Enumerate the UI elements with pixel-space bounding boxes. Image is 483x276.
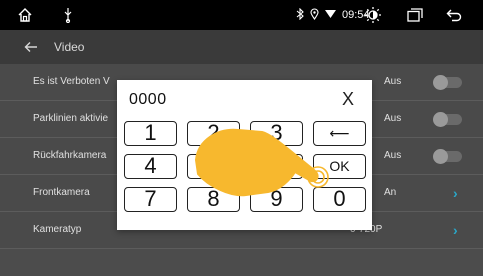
toggle-knob xyxy=(433,149,448,164)
key-3[interactable]: 3 xyxy=(250,121,303,146)
list-item-value: Aus xyxy=(384,113,402,124)
toggle-knob xyxy=(433,75,448,90)
screen: 09:54 Video Es ist Verboten V Aus Parkli… xyxy=(0,0,483,276)
ok-key[interactable]: OK xyxy=(313,154,366,179)
chevron-right-icon: › xyxy=(453,185,458,201)
list-item-label: Kameratyp xyxy=(33,224,82,235)
list-item-value: Aus xyxy=(384,76,402,87)
key-4[interactable]: 4 xyxy=(124,154,177,179)
status-cluster: 09:54 xyxy=(296,0,370,30)
brightness-icon[interactable] xyxy=(362,0,384,30)
list-item-value: An xyxy=(384,187,397,198)
toggle-switch[interactable] xyxy=(433,75,462,90)
toggle-switch[interactable] xyxy=(433,149,462,164)
title-bar: Video xyxy=(0,30,483,64)
arrow-left-icon[interactable] xyxy=(24,40,40,54)
status-bar: 09:54 xyxy=(0,0,483,30)
list-item-value: Aus xyxy=(384,150,402,161)
wifi-icon xyxy=(325,9,336,22)
back-icon[interactable] xyxy=(444,0,464,30)
home-icon[interactable] xyxy=(14,0,36,30)
recent-apps-icon[interactable] xyxy=(405,0,425,30)
pin-display: 0000 xyxy=(129,91,167,108)
toggle-knob xyxy=(433,112,448,127)
chevron-right-icon: › xyxy=(453,222,458,238)
key-7[interactable]: 7 xyxy=(124,187,177,212)
location-icon xyxy=(310,7,319,23)
key-8[interactable]: 8 xyxy=(187,187,240,212)
usb-icon xyxy=(58,0,78,30)
backspace-key[interactable]: ⟵ xyxy=(313,121,366,146)
bluetooth-icon xyxy=(296,7,304,23)
key-9[interactable]: 9 xyxy=(250,187,303,212)
key-0[interactable]: 0 xyxy=(313,187,366,212)
list-item-label: Es ist Verboten V xyxy=(33,76,110,87)
key-1[interactable]: 1 xyxy=(124,121,177,146)
list-item-label: Rückfahrkamera xyxy=(33,150,107,161)
list-item-label: Frontkamera xyxy=(33,187,90,198)
key-6[interactable]: 6 xyxy=(250,154,303,179)
toggle-switch[interactable] xyxy=(433,112,462,127)
close-button[interactable]: X xyxy=(339,89,357,109)
key-2[interactable]: 2 xyxy=(187,121,240,146)
pin-keypad-dialog: 0000 X 1 2 3 ⟵ 4 5 6 OK 7 8 9 0 xyxy=(117,80,372,230)
list-item-label: Parklinien aktivie xyxy=(33,113,109,124)
page-title: Video xyxy=(54,40,85,54)
key-5[interactable]: 5 xyxy=(187,154,240,179)
